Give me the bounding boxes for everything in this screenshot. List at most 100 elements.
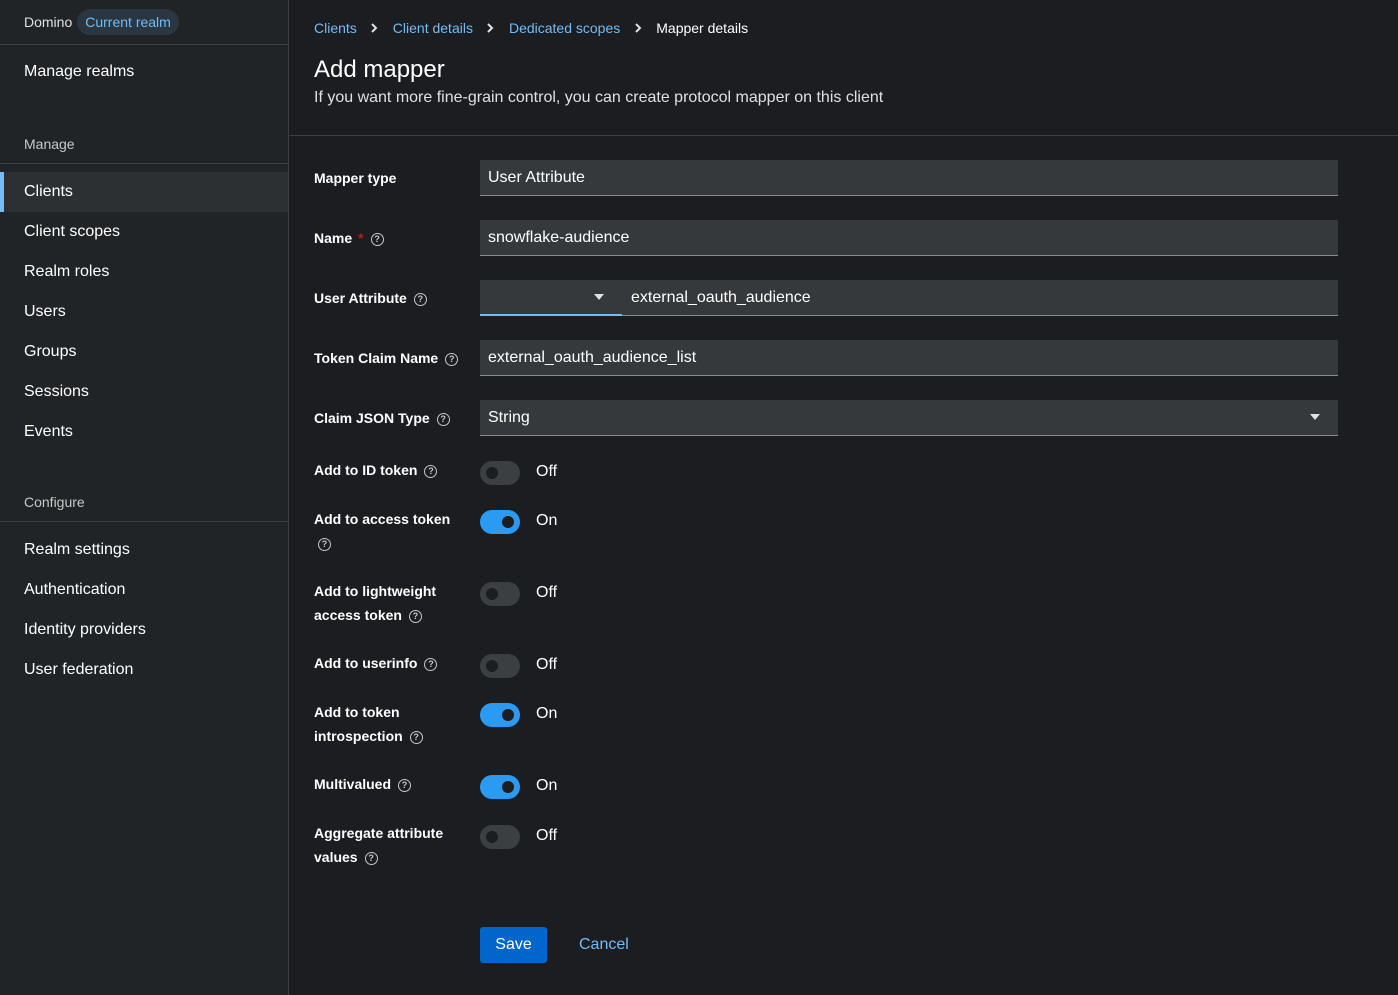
lightweight-token-label: Add to lightweight access token? [314, 579, 464, 627]
required-mark: * [358, 230, 364, 246]
name-label: Name *? [314, 226, 464, 250]
sidebar-item-identity-providers[interactable]: Identity providers [0, 610, 288, 650]
realm-selector[interactable]: Domino Current realm [0, 0, 288, 45]
nav-section-configure: Configure [0, 494, 288, 522]
userinfo-label-text: Add to userinfo [314, 655, 418, 671]
toggle-knob [486, 588, 498, 600]
breadcrumb: Clients Client details Dedicated scopes … [314, 18, 748, 38]
multivalued-state: On [536, 777, 558, 794]
multivalued-toggle[interactable] [480, 775, 520, 799]
help-icon[interactable]: ? [436, 412, 450, 426]
sidebar-item-clients[interactable]: Clients [0, 172, 288, 212]
sidebar-item-users[interactable]: Users [0, 292, 288, 332]
claim-json-type-label: Claim JSON Type? [314, 406, 464, 430]
help-icon[interactable]: ? [424, 657, 438, 671]
caret-down-icon [594, 294, 604, 300]
access-token-label: Add to access token? [314, 507, 464, 555]
chevron-right-icon [486, 23, 496, 33]
aggregate-toggle[interactable] [480, 825, 520, 849]
sidebar-item-sessions[interactable]: Sessions [0, 372, 288, 412]
mapper-type-label: Mapper type [314, 170, 397, 186]
id-token-state: Off [536, 463, 558, 480]
nav-section-manage: Manage [0, 136, 288, 164]
breadcrumb-clients[interactable]: Clients [314, 20, 357, 36]
multivalued-label-text: Multivalued [314, 776, 392, 792]
help-icon[interactable]: ? [370, 232, 384, 246]
chevron-right-icon [370, 23, 380, 33]
token-claim-name-label: Token Claim Name? [314, 346, 464, 370]
help-icon[interactable]: ? [424, 464, 438, 478]
claim-json-type-label-text: Claim JSON Type [314, 410, 430, 426]
userinfo-toggle[interactable] [480, 654, 520, 678]
toggle-knob [486, 467, 498, 479]
multivalued-label: Multivalued? [314, 772, 464, 796]
help-icon[interactable]: ? [445, 352, 459, 366]
sidebar-item-realm-roles[interactable]: Realm roles [0, 252, 288, 292]
sidebar-item-events[interactable]: Events [0, 412, 288, 452]
page-title: Add mapper [314, 56, 445, 83]
userinfo-label: Add to userinfo? [314, 651, 464, 675]
introspection-label-line1: Add to token [314, 704, 400, 720]
current-realm-badge: Current realm [77, 9, 179, 35]
toggle-knob [502, 781, 514, 793]
id-token-label: Add to ID token? [314, 458, 464, 482]
token-claim-name-label-text: Token Claim Name [314, 350, 439, 366]
manage-realms-link[interactable]: Manage realms [24, 63, 134, 81]
lightweight-token-state: Off [536, 584, 558, 601]
help-icon[interactable]: ? [364, 851, 378, 865]
sidebar-item-realm-settings[interactable]: Realm settings [0, 530, 288, 570]
toggle-knob [486, 831, 498, 843]
id-token-toggle[interactable] [480, 461, 520, 485]
user-attribute-label: User Attribute? [314, 286, 464, 310]
breadcrumb-client-details[interactable]: Client details [393, 20, 473, 36]
toggle-knob [502, 709, 514, 721]
introspection-label: Add to token introspection? [314, 700, 464, 748]
user-attribute-input[interactable]: external_oauth_audience [622, 280, 1338, 316]
aggregate-label: Aggregate attribute values? [314, 821, 464, 869]
caret-down-icon [1310, 414, 1320, 420]
access-token-toggle[interactable] [480, 510, 520, 534]
header-divider [290, 135, 1398, 136]
help-icon[interactable]: ? [413, 292, 427, 306]
userinfo-state: Off [536, 656, 558, 673]
access-token-state: On [536, 512, 558, 529]
main-content: Clients Client details Dedicated scopes … [290, 0, 1398, 995]
mapper-type-field: User Attribute [480, 160, 1338, 196]
sidebar-item-authentication[interactable]: Authentication [0, 570, 288, 610]
save-button[interactable]: Save [480, 927, 547, 963]
cancel-button[interactable]: Cancel [579, 927, 629, 963]
help-icon[interactable]: ? [318, 537, 331, 551]
introspection-label-line2: introspection [314, 728, 403, 744]
toggle-knob [502, 516, 514, 528]
lightweight-token-toggle[interactable] [480, 582, 520, 606]
introspection-state: On [536, 705, 558, 722]
aggregate-state: Off [536, 827, 558, 844]
toggle-knob [486, 660, 498, 672]
aggregate-label-line2: values [314, 849, 358, 865]
breadcrumb-dedicated-scopes[interactable]: Dedicated scopes [509, 20, 620, 36]
lightweight-token-label-line1: Add to lightweight [314, 583, 437, 599]
breadcrumb-current: Mapper details [656, 20, 749, 36]
chevron-right-icon [633, 23, 643, 33]
claim-json-type-value: String [488, 408, 530, 426]
id-token-label-text: Add to ID token [314, 462, 418, 478]
user-attribute-label-text: User Attribute [314, 290, 407, 306]
help-icon[interactable]: ? [398, 778, 412, 792]
nav-list-configure: Realm settings Authentication Identity p… [0, 530, 288, 690]
realm-name: Domino [24, 14, 73, 30]
sidebar-item-groups[interactable]: Groups [0, 332, 288, 372]
name-input[interactable]: snowflake-audience [480, 220, 1338, 256]
name-label-text: Name [314, 230, 353, 246]
introspection-toggle[interactable] [480, 703, 520, 727]
sidebar-item-user-federation[interactable]: User federation [0, 650, 288, 690]
sidebar-item-client-scopes[interactable]: Client scopes [0, 212, 288, 252]
claim-json-type-select[interactable]: String [480, 400, 1338, 436]
lightweight-token-label-line2: access token [314, 607, 402, 623]
page-subtitle: If you want more fine-grain control, you… [314, 89, 884, 106]
help-icon[interactable]: ? [409, 730, 423, 744]
access-token-label-text: Add to access token [314, 511, 451, 527]
help-icon[interactable]: ? [408, 609, 422, 623]
token-claim-name-input[interactable]: external_oauth_audience_list [480, 340, 1338, 376]
user-attribute-dropdown[interactable] [480, 280, 622, 316]
aggregate-label-line1: Aggregate attribute [314, 825, 444, 841]
